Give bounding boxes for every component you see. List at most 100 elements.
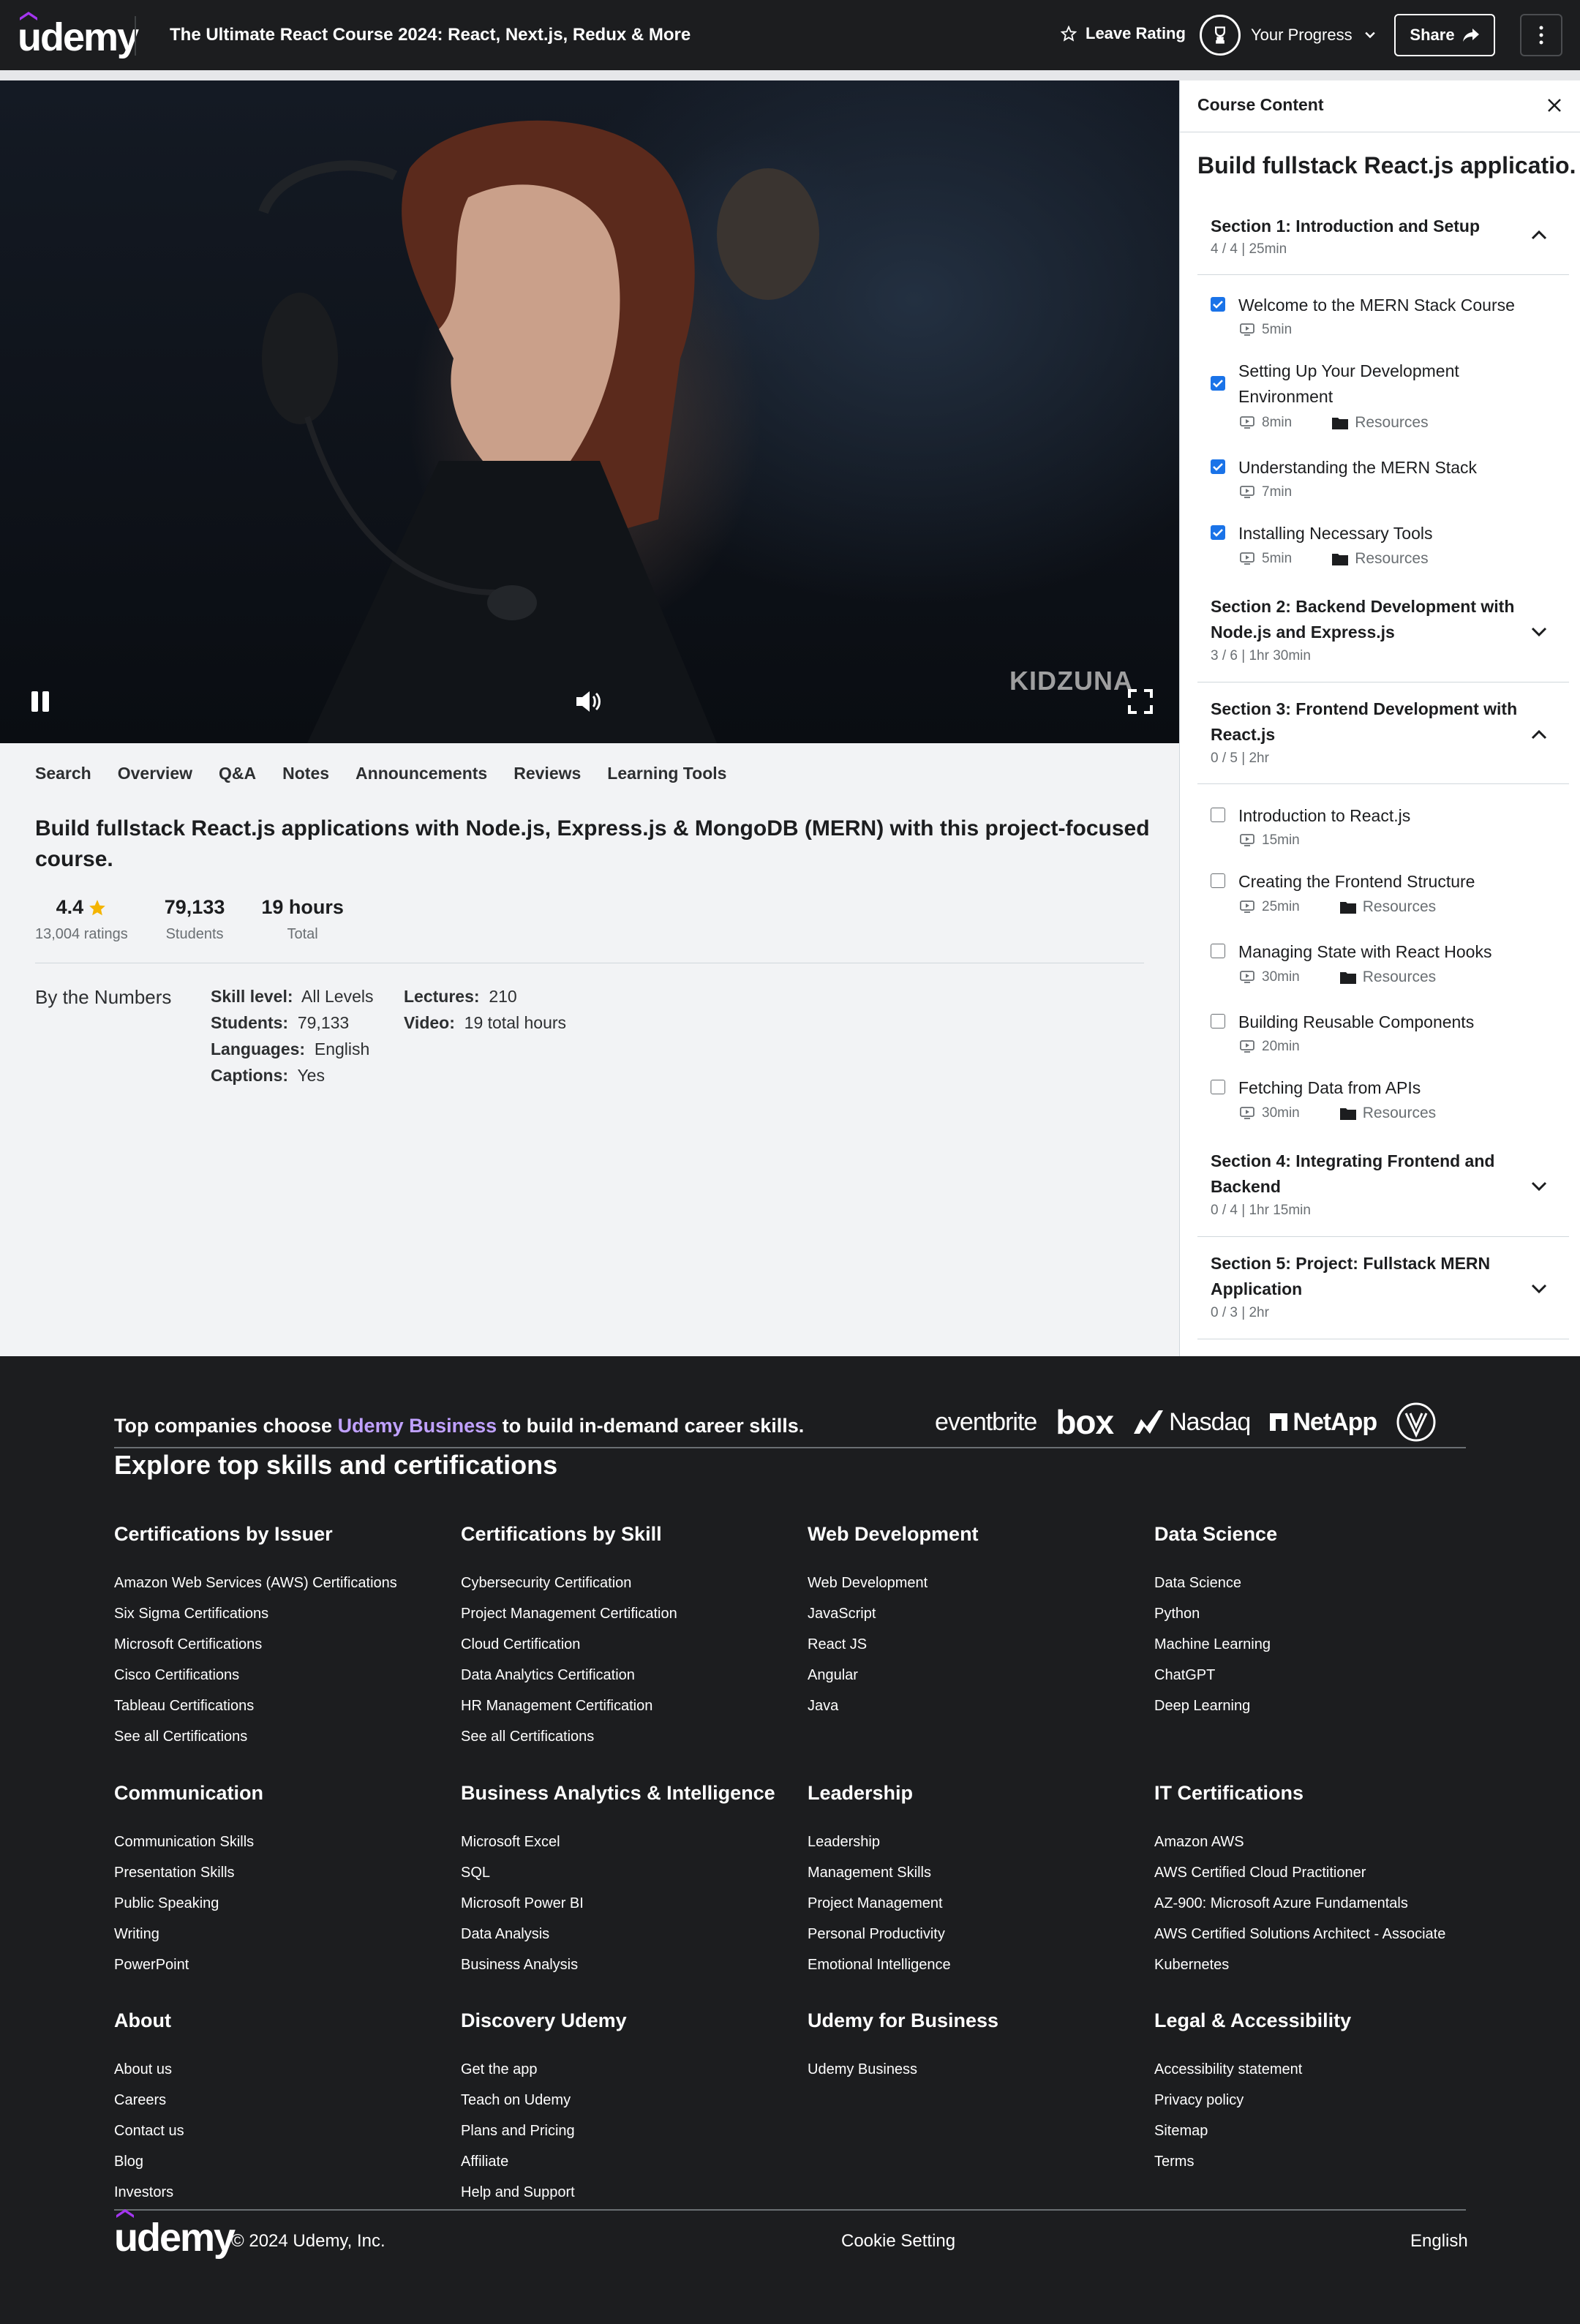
footer-link[interactable]: See all Certifications	[461, 1721, 783, 1752]
section-2-toggle[interactable]	[1528, 621, 1550, 643]
footer-link[interactable]: Microsoft Power BI	[461, 1888, 783, 1919]
section-3-toggle[interactable]	[1528, 723, 1550, 745]
footer-link[interactable]: AWS Certified Cloud Practitioner	[1154, 1857, 1476, 1888]
footer-link[interactable]: Kubernetes	[1154, 1949, 1476, 1980]
footer-link[interactable]: Plans and Pricing	[461, 2116, 783, 2146]
footer-link[interactable]: Java	[808, 1691, 1129, 1721]
resources-button[interactable]: Resources	[1339, 1105, 1436, 1122]
section-2-title[interactable]: Section 2: Backend Development with Node…	[1211, 594, 1525, 645]
footer-link[interactable]: Blog	[114, 2146, 436, 2177]
tab-overview[interactable]: Overview	[118, 764, 192, 783]
your-progress-button[interactable]: Your Progress	[1200, 15, 1377, 56]
footer-link[interactable]: About us	[114, 2054, 436, 2085]
footer-udemy-logo[interactable]: udemy	[114, 2209, 236, 2257]
udemy-business-link[interactable]: Udemy Business	[338, 1415, 497, 1437]
footer-link[interactable]: Careers	[114, 2085, 436, 2116]
footer-link[interactable]: Writing	[114, 1919, 436, 1949]
footer-link[interactable]: AWS Certified Solutions Architect - Asso…	[1154, 1919, 1476, 1949]
volume-button[interactable]	[573, 688, 604, 715]
footer-link[interactable]: Emotional Intelligence	[808, 1949, 1129, 1980]
footer-link[interactable]: JavaScript	[808, 1598, 1129, 1629]
close-sidebar-button[interactable]	[1540, 91, 1569, 120]
footer-link[interactable]: HR Management Certification	[461, 1691, 783, 1721]
cookie-setting-link[interactable]: Cookie Setting	[841, 2231, 955, 2252]
footer-link[interactable]: Angular	[808, 1660, 1129, 1691]
footer-link[interactable]: Teach on Udemy	[461, 2085, 783, 2116]
footer-link[interactable]: Communication Skills	[114, 1827, 436, 1857]
footer-link[interactable]: React JS	[808, 1629, 1129, 1660]
fullscreen-button[interactable]	[1126, 688, 1154, 715]
lecture-checkbox[interactable]	[1211, 1080, 1225, 1094]
footer-link[interactable]: Personal Productivity	[808, 1919, 1129, 1949]
section-5-title[interactable]: Section 5: Project: Fullstack MERN Appli…	[1211, 1251, 1525, 1302]
footer-link[interactable]: Cybersecurity Certification	[461, 1568, 783, 1598]
tab-search[interactable]: Search	[35, 764, 91, 783]
footer-link[interactable]: Data Analytics Certification	[461, 1660, 783, 1691]
footer-link[interactable]: Amazon AWS	[1154, 1827, 1476, 1857]
footer-link[interactable]: Affiliate	[461, 2146, 783, 2177]
footer-link[interactable]: Accessibility statement	[1154, 2054, 1476, 2085]
section-1-toggle[interactable]	[1528, 224, 1550, 246]
footer-link[interactable]: Microsoft Excel	[461, 1827, 783, 1857]
footer-link[interactable]: Business Analysis	[461, 1949, 783, 1980]
section-4-toggle[interactable]	[1528, 1176, 1550, 1197]
tab-reviews[interactable]: Reviews	[514, 764, 581, 783]
footer-link[interactable]: Public Speaking	[114, 1888, 436, 1919]
footer-link[interactable]: AZ-900: Microsoft Azure Fundamentals	[1154, 1888, 1476, 1919]
udemy-logo[interactable]: udemy	[18, 12, 139, 57]
resources-button[interactable]: Resources	[1331, 550, 1429, 568]
footer-link[interactable]: Python	[1154, 1598, 1476, 1629]
footer-link[interactable]: Microsoft Certifications	[114, 1629, 436, 1660]
footer-link[interactable]: Tableau Certifications	[114, 1691, 436, 1721]
resources-button[interactable]: Resources	[1331, 414, 1429, 432]
footer-link[interactable]: Contact us	[114, 2116, 436, 2146]
footer-link[interactable]: Privacy policy	[1154, 2085, 1476, 2116]
footer-link[interactable]: Udemy Business	[808, 2054, 1129, 2085]
video-player[interactable]: KIDZUNA	[0, 80, 1179, 743]
language-selector[interactable]: English	[1410, 2231, 1468, 2252]
lecture-checkbox[interactable]	[1211, 808, 1225, 822]
footer-link[interactable]: Project Management	[808, 1888, 1129, 1919]
section-1-title[interactable]: Section 1: Introduction and Setup	[1211, 214, 1525, 239]
resources-button[interactable]: Resources	[1339, 898, 1436, 916]
share-button[interactable]: Share	[1394, 14, 1495, 56]
footer-link[interactable]: ChatGPT	[1154, 1660, 1476, 1691]
lecture-checkbox[interactable]	[1211, 525, 1225, 540]
lecture-checkbox[interactable]	[1211, 376, 1225, 391]
footer-link[interactable]: SQL	[461, 1857, 783, 1888]
tab-qa[interactable]: Q&A	[219, 764, 256, 783]
section-4-title[interactable]: Section 4: Integrating Frontend and Back…	[1211, 1148, 1525, 1200]
section-3-title[interactable]: Section 3: Frontend Development with Rea…	[1211, 696, 1525, 748]
footer-link[interactable]: Data Science	[1154, 1568, 1476, 1598]
footer-link[interactable]: Investors	[114, 2177, 436, 2208]
more-options-button[interactable]	[1520, 14, 1562, 56]
footer-link[interactable]: Six Sigma Certifications	[114, 1598, 436, 1629]
tab-learning-tools[interactable]: Learning Tools	[607, 764, 726, 783]
pause-button[interactable]	[28, 689, 53, 714]
footer-link[interactable]: See all Certifications	[114, 1721, 436, 1752]
footer-link[interactable]: Amazon Web Services (AWS) Certifications	[114, 1568, 436, 1598]
section-5-toggle[interactable]	[1528, 1278, 1550, 1300]
footer-link[interactable]: Help and Support	[461, 2177, 783, 2208]
lecture-checkbox[interactable]	[1211, 944, 1225, 958]
leave-rating-button[interactable]: Leave Rating	[1061, 24, 1186, 43]
footer-link[interactable]: Web Development	[808, 1568, 1129, 1598]
lecture-checkbox[interactable]	[1211, 1014, 1225, 1028]
footer-link[interactable]: Project Management Certification	[461, 1598, 783, 1629]
footer-link[interactable]: Terms	[1154, 2146, 1476, 2177]
footer-link[interactable]: Leadership	[808, 1827, 1129, 1857]
footer-link[interactable]: Presentation Skills	[114, 1857, 436, 1888]
lecture-checkbox[interactable]	[1211, 459, 1225, 474]
lecture-checkbox[interactable]	[1211, 297, 1225, 312]
footer-link[interactable]: Cisco Certifications	[114, 1660, 436, 1691]
footer-link[interactable]: Deep Learning	[1154, 1691, 1476, 1721]
resources-button[interactable]: Resources	[1339, 969, 1436, 986]
footer-link[interactable]: Get the app	[461, 2054, 783, 2085]
footer-link[interactable]: Cloud Certification	[461, 1629, 783, 1660]
footer-link[interactable]: Machine Learning	[1154, 1629, 1476, 1660]
footer-link[interactable]: Sitemap	[1154, 2116, 1476, 2146]
course-title[interactable]: The Ultimate React Course 2024: React, N…	[170, 25, 691, 45]
footer-link[interactable]: Data Analysis	[461, 1919, 783, 1949]
footer-link[interactable]: Management Skills	[808, 1857, 1129, 1888]
footer-link[interactable]: PowerPoint	[114, 1949, 436, 1980]
